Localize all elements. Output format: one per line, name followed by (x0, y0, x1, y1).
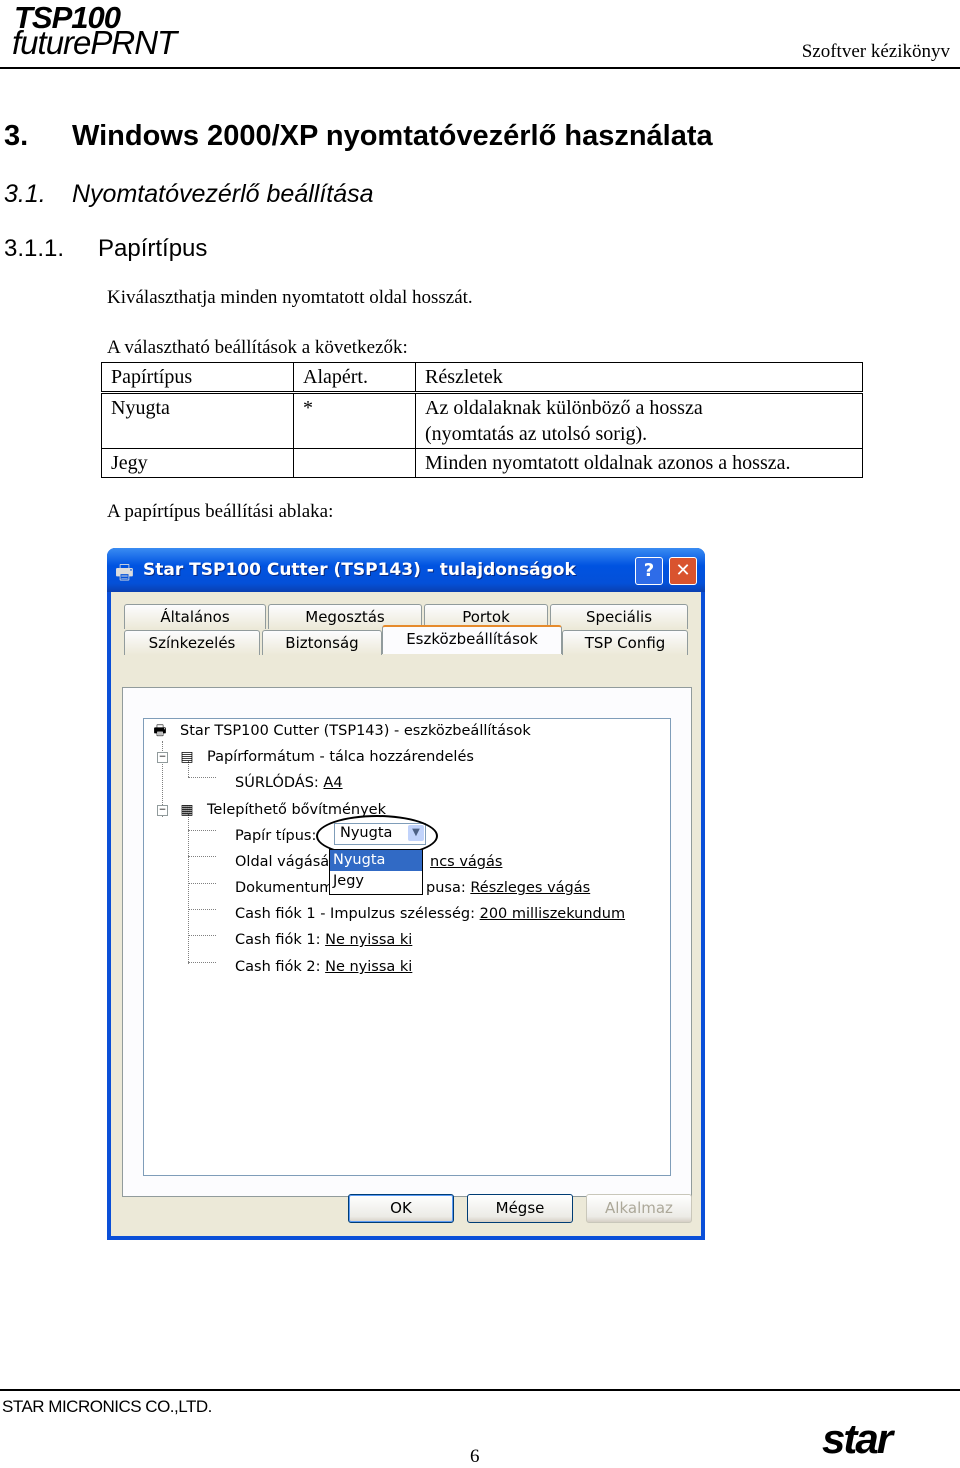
doc-cut-mid: pusa: (426, 880, 466, 896)
table-row: Nyugta * Az oldalaknak különböző a hossz… (101, 392, 863, 449)
futureprnt-logo-text: futurePRNT (12, 24, 177, 61)
ok-button[interactable]: OK (348, 1194, 454, 1223)
tab-color-management[interactable]: Színkezelés (124, 630, 260, 655)
tree-root-label[interactable]: Star TSP100 Cutter (TSP143) - eszközbeál… (180, 723, 531, 739)
tab-advanced[interactable]: Speciális (550, 604, 688, 629)
paper-type-label: Papír típus: (235, 828, 317, 844)
tab-general[interactable]: Általános (124, 604, 266, 629)
dialog-body: Általános Megosztás Portok Speciális Szí… (111, 592, 701, 1236)
friction-value[interactable]: A4 (323, 775, 342, 791)
paper-type-dropdown-list: Nyugta Jegy (329, 849, 423, 895)
company-name: STAR MICRONICS CO.,LTD. (2, 1397, 212, 1416)
table-header-row: Papírtípus Alapért. Részletek (101, 362, 863, 394)
apply-button[interactable]: Alkalmaz (586, 1194, 692, 1223)
page-cut-value[interactable]: ncs vágás (430, 854, 502, 870)
subsection-title: Papírtípus (98, 235, 208, 262)
tab-device-settings[interactable]: Eszközbeállítások (382, 625, 562, 654)
tab-security[interactable]: Biztonság (262, 630, 382, 655)
dialog-title: Star TSP100 Cutter (TSP143) - tulajdonsá… (143, 560, 576, 580)
page-number: 6 (470, 1446, 480, 1467)
tree-connector (188, 883, 216, 884)
collapse-icon[interactable]: − (157, 805, 168, 816)
tree-connector (188, 856, 216, 857)
printer-properties-dialog: 🖶 Star TSP100 Cutter (TSP143) - tulajdon… (107, 548, 705, 1240)
cash-pulse-value[interactable]: 200 milliszekundum (480, 906, 625, 922)
tree-item-cash2[interactable]: Cash fiók 2: Ne nyissa ki (235, 959, 412, 975)
tree-connector (188, 830, 216, 831)
table-row: Jegy Minden nyomtatott oldalnak azonos a… (101, 448, 863, 478)
cell-default: * (293, 392, 416, 449)
header-cell-default: Alapért. (293, 362, 416, 394)
printer-icon: 🖶 (115, 562, 134, 584)
dialog-caption: A papírtípus beállítási ablaka: (107, 501, 334, 522)
friction-label: SÚRLÓDÁS: (235, 775, 319, 791)
cell-details: Minden nyomtatott oldalnak azonos a hoss… (415, 448, 863, 478)
header-divider (0, 67, 960, 69)
cell-type: Nyugta (101, 392, 294, 449)
cancel-button[interactable]: Mégse (467, 1194, 573, 1223)
options-icon: ▦ (180, 802, 194, 818)
tree-item-cash1[interactable]: Cash fiók 1: Ne nyissa ki (235, 932, 412, 948)
chapter-title: Windows 2000/XP nyomtatóvezérlő használa… (72, 120, 713, 152)
options-intro: A választható beállítások a következők: (107, 337, 408, 358)
collapse-icon[interactable]: − (157, 752, 168, 763)
footer-divider (0, 1389, 960, 1391)
dropdown-option-ticket[interactable]: Jegy (330, 871, 422, 892)
doc-cut-label: Dokumentum (235, 880, 334, 896)
subsection-number: 3.1.1. (4, 235, 65, 262)
tree-connector (188, 814, 189, 964)
page-cut-label: Oldal vágásár (235, 854, 336, 870)
chapter-number: 3. (4, 120, 29, 152)
paper-tray-icon: ▤ (180, 749, 194, 765)
intro-paragraph: Kiválaszthatja minden nyomtatott oldal h… (107, 287, 473, 308)
section-heading: 3.1. Nyomtatóvezérlő beállítása (4, 180, 374, 209)
chapter-heading: 3. Windows 2000/XP nyomtatóvezérlő haszná… (4, 120, 713, 153)
close-button[interactable]: ✕ (669, 557, 697, 585)
header-cell-type: Papírtípus (101, 362, 294, 394)
cell-type: Jegy (101, 448, 294, 478)
tree-item-friction[interactable]: SÚRLÓDÁS: A4 (235, 775, 343, 791)
tree-item-cash-pulse[interactable]: Cash fiók 1 - Impulzus szélesség: 200 mi… (235, 906, 625, 922)
device-settings-panel: 🖶 Star TSP100 Cutter (TSP143) - eszközbe… (122, 687, 692, 1197)
doc-cut-value[interactable]: Részleges vágás (470, 880, 590, 896)
details-line: Az oldalaknak különböző a hossza (425, 397, 703, 419)
manual-title: Szoftver kézikönyv (801, 41, 950, 62)
section-number: 3.1. (4, 180, 46, 208)
cash1-value[interactable]: Ne nyissa ki (325, 932, 412, 948)
cash1-label: Cash fiók 1: (235, 932, 321, 948)
section-title: Nyomtatóvezérlő beállítása (72, 180, 374, 208)
star-logo: star (822, 1415, 893, 1462)
tab-tsp-config[interactable]: TSP Config (562, 630, 688, 655)
printer-icon: 🖶 (153, 723, 167, 739)
tree-connector (188, 935, 216, 936)
details-line: (nyomtatás az utolsó sorig). (425, 423, 648, 445)
tree-connector (188, 909, 216, 910)
paper-type-table: Papírtípus Alapért. Részletek Nyugta * A… (101, 362, 863, 478)
cash2-label: Cash fiók 2: (235, 959, 321, 975)
subsection-heading: 3.1.1. Papírtípus (4, 235, 207, 263)
cell-details: Az oldalaknak különböző a hossza (nyomtat… (415, 392, 863, 449)
tree-connector (188, 777, 216, 778)
cash2-value[interactable]: Ne nyissa ki (325, 959, 412, 975)
help-button[interactable]: ? (635, 557, 663, 585)
tree-connector (188, 962, 216, 963)
device-settings-tree[interactable]: 🖶 Star TSP100 Cutter (TSP143) - eszközbe… (143, 718, 671, 1176)
dialog-title-bar[interactable]: 🖶 Star TSP100 Cutter (TSP143) - tulajdon… (107, 548, 705, 592)
cell-default (293, 448, 416, 478)
header-cell-details: Részletek (415, 362, 863, 394)
cash-pulse-label: Cash fiók 1 - Impulzus szélesség: (235, 906, 475, 922)
doc-cut-setting[interactable]: pusa: Részleges vágás (426, 880, 590, 896)
dropdown-option-receipt[interactable]: Nyugta (330, 850, 422, 871)
tree-group-paper-format[interactable]: Papírformátum - tálca hozzárendelés (207, 749, 474, 765)
